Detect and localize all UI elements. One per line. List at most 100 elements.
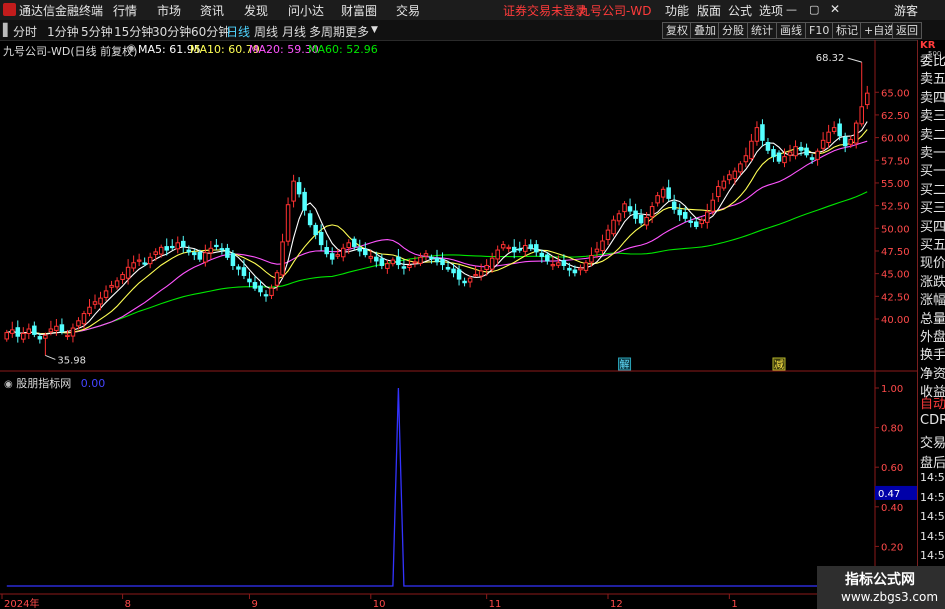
indicator-settings-icon[interactable]: ◉ <box>4 379 13 390</box>
candle-body <box>65 334 70 338</box>
candle-body <box>318 231 324 246</box>
menu-wenxiaoda[interactable]: 问小达 <box>288 2 324 19</box>
candle-body <box>445 266 451 270</box>
guest-label[interactable]: 游客 <box>894 2 918 19</box>
menu-hangqing[interactable]: 行情 <box>113 2 137 19</box>
huaxian-button[interactable]: 画线 <box>776 22 806 39</box>
tab-weekly[interactable]: 周线 <box>254 23 278 40</box>
side-panel-label: 14:56 <box>920 529 945 543</box>
candle-body <box>473 274 478 277</box>
menu-jiaoyi[interactable]: 交易 <box>396 2 420 19</box>
price-axis-label: 45.00 <box>881 270 910 281</box>
close-icon[interactable]: ✕ <box>830 2 840 16</box>
candle-body <box>859 106 864 125</box>
indicator-axis-label: 1.00 <box>881 384 903 395</box>
period-collapse-icon[interactable]: ▌ <box>3 23 12 37</box>
candle-body <box>506 246 511 250</box>
menu-zixun[interactable]: 资讯 <box>200 2 224 19</box>
candle-body <box>324 247 329 255</box>
tab-more[interactable]: 更多 <box>345 23 369 40</box>
candle-body <box>269 287 274 296</box>
tab-30min[interactable]: 30分钟 <box>152 23 191 40</box>
tab-1min[interactable]: 1分钟 <box>47 23 79 40</box>
candle-body <box>131 262 136 269</box>
diejia-button[interactable]: 叠加 <box>690 22 720 39</box>
indicator-name[interactable]: 股朋指标网 <box>16 377 71 390</box>
price-axis-label: 57.50 <box>881 156 910 167</box>
time-axis-label: 1 <box>731 599 737 609</box>
fuquan-button[interactable]: 复权 <box>662 22 692 39</box>
candle-body <box>241 267 247 276</box>
app-logo-icon <box>3 3 16 16</box>
tab-60min[interactable]: 60分钟 <box>191 23 230 40</box>
more-dropdown-icon[interactable]: ▼ <box>371 25 378 35</box>
kline-chart[interactable]: 68.3235.98 解减 65.0062.5060.0057.5055.0052… <box>0 40 917 609</box>
side-panel-label: 买三 <box>920 201 945 217</box>
candle-body <box>192 252 197 256</box>
time-axis-label: 10 <box>373 599 386 609</box>
quote-side-panel: 委比 卖五 卖四 卖三 卖二 卖一 买一 买二 买三 买四 买五 现价 涨跌 涨幅 总量 外盘 换手 净资 收益 自动… <box>917 40 945 609</box>
tab-15min[interactable]: 15分钟 <box>114 23 153 40</box>
side-panel-label: 14:56 <box>920 549 945 562</box>
menu-gongshi[interactable]: 公式 <box>728 2 752 19</box>
candle-body <box>59 324 65 333</box>
biaoji-button[interactable]: 标记 <box>832 22 862 39</box>
tab-multi[interactable]: 多周期 <box>309 23 345 40</box>
candle-body <box>848 138 853 145</box>
candle-body <box>230 253 236 266</box>
tab-monthly[interactable]: 月线 <box>282 23 306 40</box>
candle-body <box>197 251 203 260</box>
tab-daily[interactable]: 日线 <box>226 23 250 40</box>
candle-body <box>418 256 423 264</box>
menu-xuanxiang[interactable]: 选项 <box>759 2 783 19</box>
candle-body <box>705 211 710 223</box>
menu-gongneng[interactable]: 功能 <box>665 2 689 19</box>
price-axis-label: 52.50 <box>881 202 910 213</box>
candle-body <box>556 262 561 266</box>
candle-body <box>467 277 473 283</box>
candle-body <box>798 146 804 151</box>
tab-5min[interactable]: 5分钟 <box>81 23 113 40</box>
f10-button[interactable]: F10 <box>805 22 834 39</box>
candle-body <box>583 262 589 271</box>
ma-settings-icon[interactable]: ◉ <box>127 43 136 54</box>
kr-sub: 500 <box>928 50 942 58</box>
side-panel-label: 现价 <box>920 256 945 272</box>
candle-body <box>329 253 335 260</box>
candle-body <box>484 264 489 270</box>
candle-body <box>578 267 583 271</box>
candle-body <box>208 247 214 254</box>
candle-body <box>495 249 500 260</box>
side-panel-label: 卖四 <box>920 90 945 106</box>
side-panel-label: 涨跌 <box>920 274 945 290</box>
candle-body <box>98 297 103 305</box>
fengu-button[interactable]: 分股 <box>718 22 748 39</box>
side-panel-label: 自动 <box>920 397 945 412</box>
candle-body <box>357 247 363 252</box>
menu-caifuquan[interactable]: 财富圈 <box>341 2 377 19</box>
menu-shichang[interactable]: 市场 <box>157 2 181 19</box>
candle-body <box>263 294 269 297</box>
indicator-plot <box>6 387 868 587</box>
restore-icon[interactable]: ▢ <box>809 3 819 16</box>
candle-body <box>600 240 605 252</box>
tongji-button[interactable]: 统计 <box>747 22 777 39</box>
watermark-logo: 指标公式网 www.zbgs3.com <box>817 566 945 609</box>
candle-body <box>478 270 484 277</box>
tab-fenshi[interactable]: 分时 <box>13 23 37 40</box>
app-title: 通达信金融终端 <box>19 4 104 18</box>
chart-grid <box>0 40 917 609</box>
high-pointer <box>847 57 862 63</box>
menu-banmian[interactable]: 版面 <box>697 2 721 19</box>
time-axis-label: 9 <box>251 599 257 609</box>
candle-body <box>252 282 258 289</box>
menu-faxian[interactable]: 发现 <box>244 2 268 19</box>
minimize-icon[interactable]: — <box>786 3 797 16</box>
indicator-line <box>6 387 868 587</box>
period-bar: ▌ 分时 1分钟 5分钟 15分钟 30分钟 60分钟 日线 周线 月线 多周期… <box>0 20 945 41</box>
login-status[interactable]: 证券交易未登录 <box>503 2 587 19</box>
back-button[interactable]: 返回 <box>892 22 922 39</box>
candle-body <box>21 333 26 340</box>
candle-body <box>385 263 390 269</box>
candle-body <box>793 146 798 157</box>
